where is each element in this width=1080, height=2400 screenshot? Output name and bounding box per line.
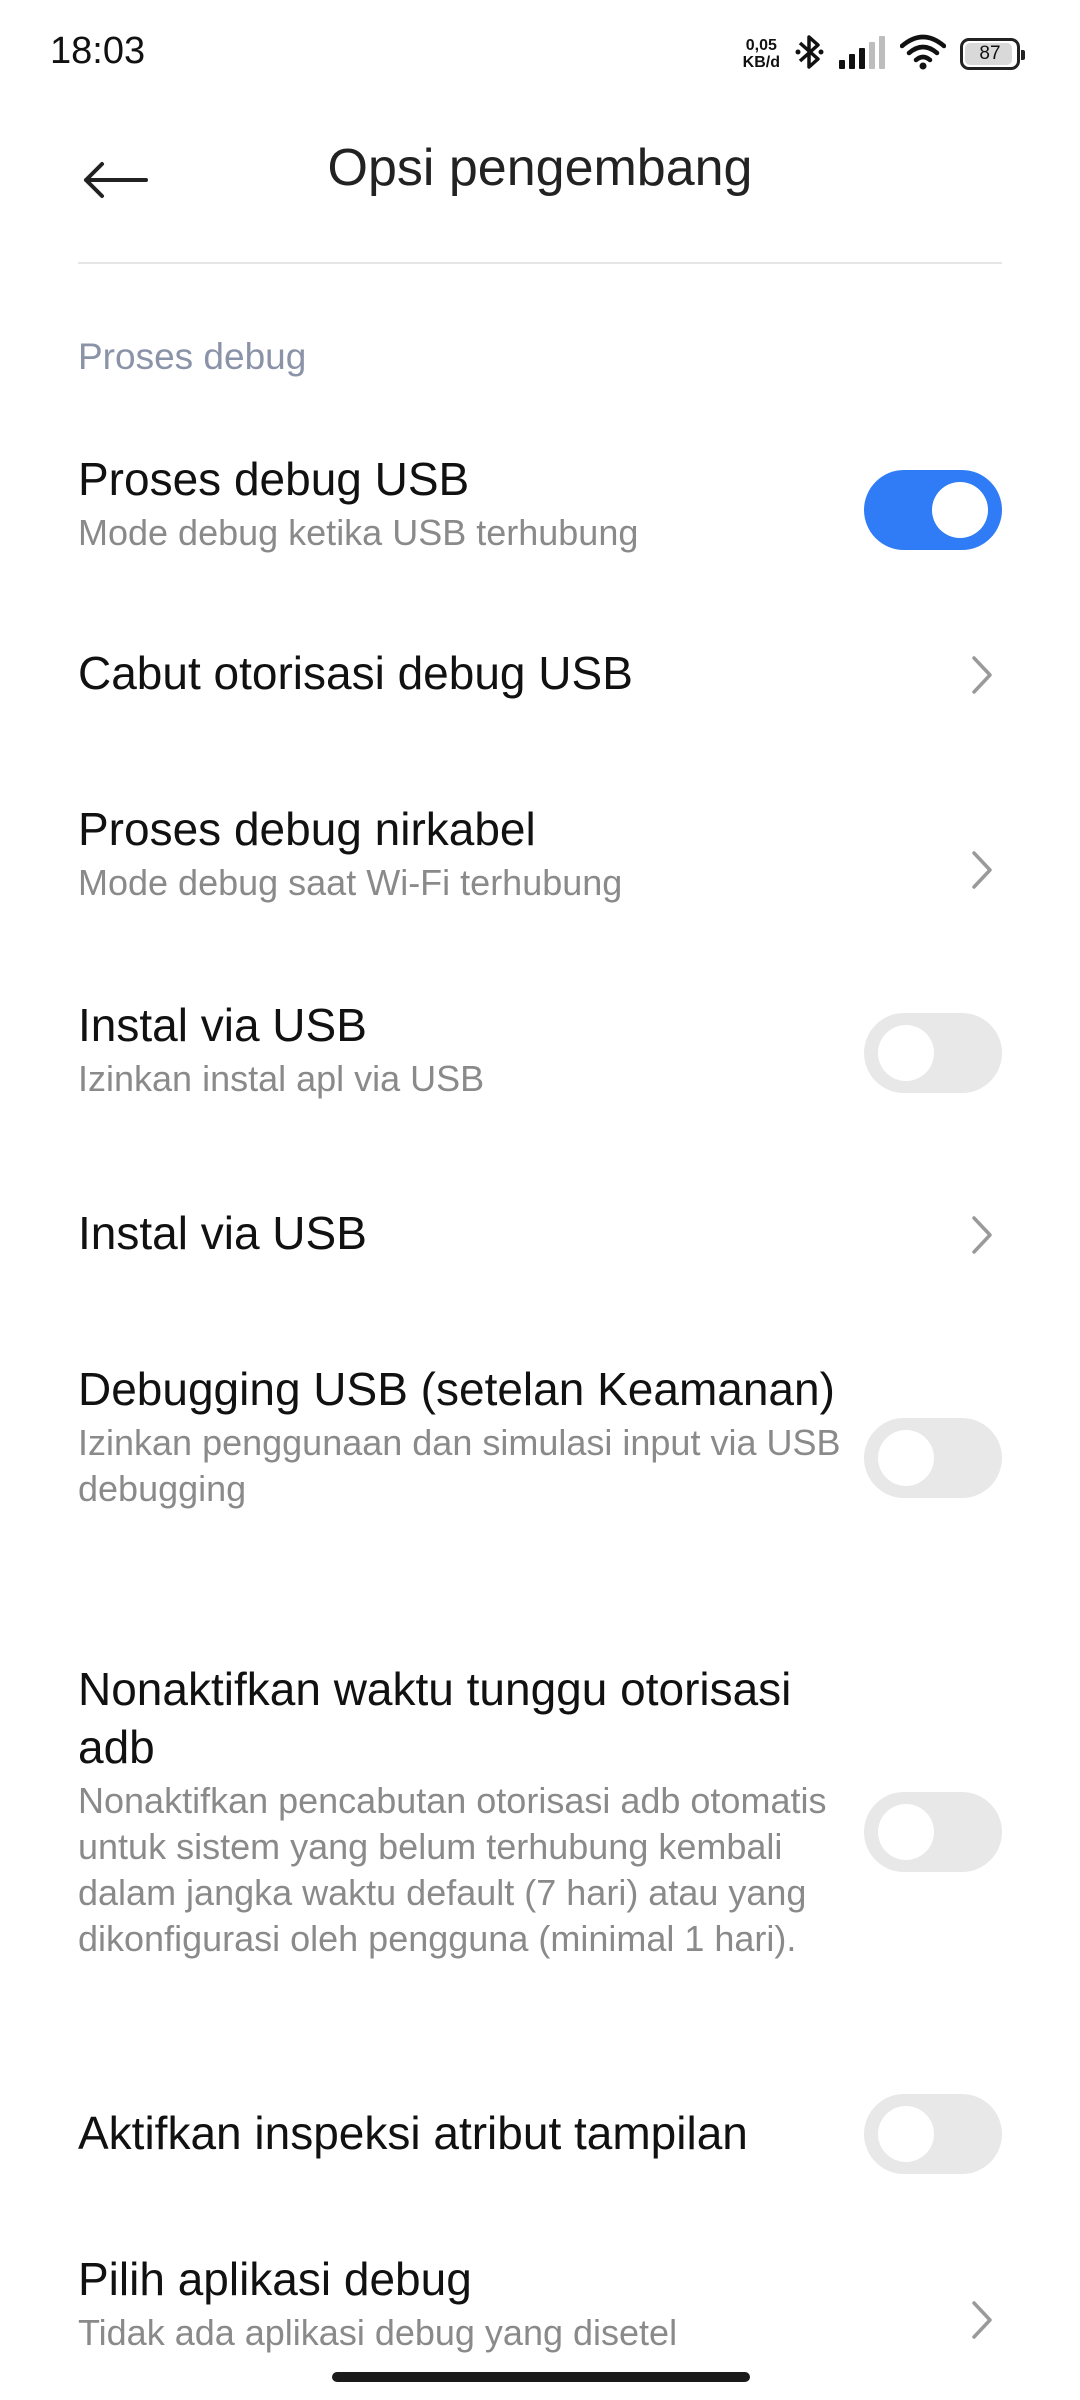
setting-text: Nonaktifkan waktu tunggu otorisasi adb N… bbox=[78, 1660, 848, 1962]
setting-title: Pilih aplikasi debug bbox=[78, 2253, 472, 2305]
setting-text: Instal via USB bbox=[78, 1204, 848, 1262]
toggle-knob bbox=[932, 482, 988, 538]
signal-icon bbox=[838, 34, 886, 75]
setting-title: Nonaktifkan waktu tunggu otorisasi adb bbox=[78, 1663, 792, 1773]
network-speed-unit: KB/d bbox=[742, 54, 780, 71]
chevron-right-icon bbox=[962, 840, 1002, 900]
setting-title: Aktifkan inspeksi atribut tampilan bbox=[78, 2107, 748, 2159]
status-time: 18:03 bbox=[50, 30, 146, 72]
status-bar: 18:03 0,05 KB/d 87 bbox=[0, 0, 1080, 110]
setting-disable-adb-auth-timeout[interactable]: Nonaktifkan waktu tunggu otorisasi adb N… bbox=[0, 1640, 1080, 2020]
view-attribute-inspection-toggle[interactable] bbox=[864, 2094, 1002, 2174]
setting-text: Cabut otorisasi debug USB bbox=[78, 644, 848, 702]
page-title: Opsi pengembang bbox=[327, 139, 753, 197]
setting-view-attribute-inspection[interactable]: Aktifkan inspeksi atribut tampilan bbox=[0, 2070, 1080, 2200]
setting-subtitle: Izinkan instal apl via USB bbox=[78, 1058, 485, 1099]
setting-subtitle: Tidak ada aplikasi debug yang disetel bbox=[78, 2312, 678, 2353]
setting-text: Pilih aplikasi debug Tidak ada aplikasi … bbox=[78, 2250, 848, 2356]
setting-title: Debugging USB (setelan Keamanan) bbox=[78, 1363, 835, 1415]
setting-install-via-usb[interactable]: Instal via USB Izinkan instal apl via US… bbox=[0, 976, 1080, 1136]
setting-title: Instal via USB bbox=[78, 999, 367, 1051]
status-icons: 0,05 KB/d 87 bbox=[743, 32, 1025, 77]
header-divider bbox=[78, 262, 1002, 264]
setting-title: Instal via USB bbox=[78, 1207, 367, 1259]
setting-subtitle: Mode debug saat Wi-Fi terhubung bbox=[78, 862, 623, 903]
screen: 18:03 0,05 KB/d 87 Opsi pengembang Prose… bbox=[0, 0, 1080, 2400]
battery-level: 87 bbox=[979, 43, 1001, 64]
install-via-usb-toggle[interactable] bbox=[864, 1013, 1002, 1093]
toggle-knob bbox=[878, 1804, 934, 1860]
toggle-knob bbox=[878, 2106, 934, 2162]
bluetooth-icon bbox=[794, 32, 824, 77]
setting-text: Debugging USB (setelan Keamanan) Izinkan… bbox=[78, 1360, 848, 1512]
setting-subtitle: Mode debug ketika USB terhubung bbox=[78, 512, 639, 553]
usb-debugging-toggle[interactable] bbox=[864, 470, 1002, 550]
chevron-right-icon bbox=[962, 645, 1002, 705]
setting-usb-debugging-security[interactable]: Debugging USB (setelan Keamanan) Izinkan… bbox=[0, 1340, 1080, 1600]
setting-revoke-usb-auth[interactable]: Cabut otorisasi debug USB bbox=[0, 610, 1080, 740]
home-indicator[interactable] bbox=[332, 2372, 750, 2382]
disable-adb-auth-timeout-toggle[interactable] bbox=[864, 1792, 1002, 1872]
usb-debugging-security-toggle[interactable] bbox=[864, 1418, 1002, 1498]
toggle-knob bbox=[878, 1430, 934, 1486]
network-speed-value: 0,05 bbox=[745, 37, 777, 54]
chevron-right-icon bbox=[962, 1205, 1002, 1265]
setting-install-via-usb-link[interactable]: Instal via USB bbox=[0, 1170, 1080, 1300]
chevron-right-icon bbox=[962, 2290, 1002, 2350]
battery-icon: 87 bbox=[960, 38, 1025, 70]
setting-subtitle: Izinkan penggunaan dan simulasi input vi… bbox=[78, 1422, 841, 1509]
toggle-knob bbox=[878, 1025, 934, 1081]
setting-text: Proses debug USB Mode debug ketika USB t… bbox=[78, 450, 848, 556]
section-title: Proses debug bbox=[78, 336, 307, 377]
wifi-icon bbox=[899, 34, 947, 75]
setting-title: Proses debug USB bbox=[78, 453, 470, 505]
setting-title: Cabut otorisasi debug USB bbox=[78, 647, 633, 699]
setting-text: Aktifkan inspeksi atribut tampilan bbox=[78, 2104, 848, 2162]
setting-wireless-debugging[interactable]: Proses debug nirkabel Mode debug saat Wi… bbox=[0, 780, 1080, 940]
setting-text: Instal via USB Izinkan instal apl via US… bbox=[78, 996, 848, 1102]
network-speed: 0,05 KB/d bbox=[743, 37, 780, 71]
setting-text: Proses debug nirkabel Mode debug saat Wi… bbox=[78, 800, 848, 906]
app-header: Opsi pengembang bbox=[0, 110, 1080, 264]
setting-subtitle: Nonaktifkan pencabutan otorisasi adb oto… bbox=[78, 1780, 827, 1959]
setting-title: Proses debug nirkabel bbox=[78, 803, 536, 855]
setting-select-debug-app[interactable]: Pilih aplikasi debug Tidak ada aplikasi … bbox=[0, 2230, 1080, 2380]
setting-usb-debugging[interactable]: Proses debug USB Mode debug ketika USB t… bbox=[0, 430, 1080, 590]
